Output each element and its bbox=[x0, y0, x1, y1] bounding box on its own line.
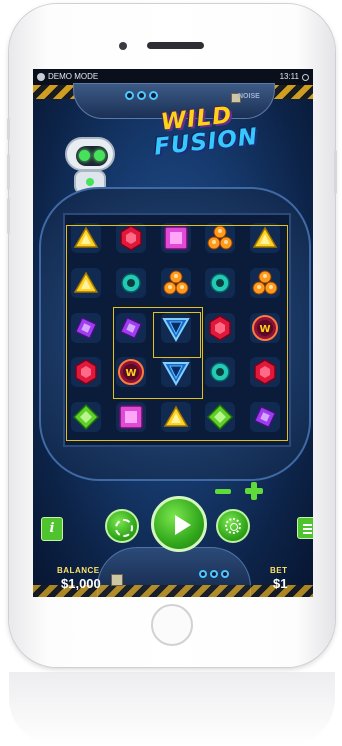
bet-value: $1 bbox=[273, 576, 288, 591]
bottom-indicator-lights bbox=[199, 570, 229, 578]
clock-icon bbox=[302, 73, 309, 81]
volume-down-button bbox=[7, 198, 10, 234]
earpiece-speaker bbox=[147, 42, 204, 49]
noise-tag: NOISE bbox=[238, 93, 260, 100]
game-logo: WILD FUSION bbox=[151, 102, 259, 163]
front-camera bbox=[119, 42, 127, 50]
autoplay-icon bbox=[115, 519, 133, 537]
menu-button[interactable] bbox=[297, 517, 313, 539]
coin-icon bbox=[225, 518, 241, 534]
mute-switch bbox=[7, 118, 10, 140]
balance-value: $1,000 bbox=[61, 576, 101, 591]
bet-decrease-button[interactable] bbox=[215, 488, 231, 494]
balance-label: BALANCE bbox=[57, 566, 100, 575]
balance-box-icon bbox=[111, 574, 123, 586]
user-icon bbox=[37, 73, 45, 81]
info-button[interactable]: i bbox=[41, 517, 63, 541]
game-screen: DEMO MODE 13:11 NOISE WILD FUSION WW i B… bbox=[33, 69, 313, 597]
autoplay-button[interactable] bbox=[105, 509, 139, 543]
clock-time: 13:11 bbox=[279, 72, 299, 81]
spin-button[interactable] bbox=[151, 496, 207, 552]
top-indicator-lights bbox=[125, 91, 158, 100]
bet-increase-button[interactable] bbox=[245, 482, 263, 500]
play-icon bbox=[175, 515, 191, 535]
volume-up-button bbox=[7, 154, 10, 190]
power-button bbox=[334, 150, 337, 194]
phone-reflection bbox=[9, 672, 335, 746]
bet-label: BET bbox=[270, 566, 288, 575]
win-line-box bbox=[153, 312, 201, 358]
coin-value-button[interactable] bbox=[216, 509, 250, 543]
home-button[interactable] bbox=[151, 604, 193, 646]
